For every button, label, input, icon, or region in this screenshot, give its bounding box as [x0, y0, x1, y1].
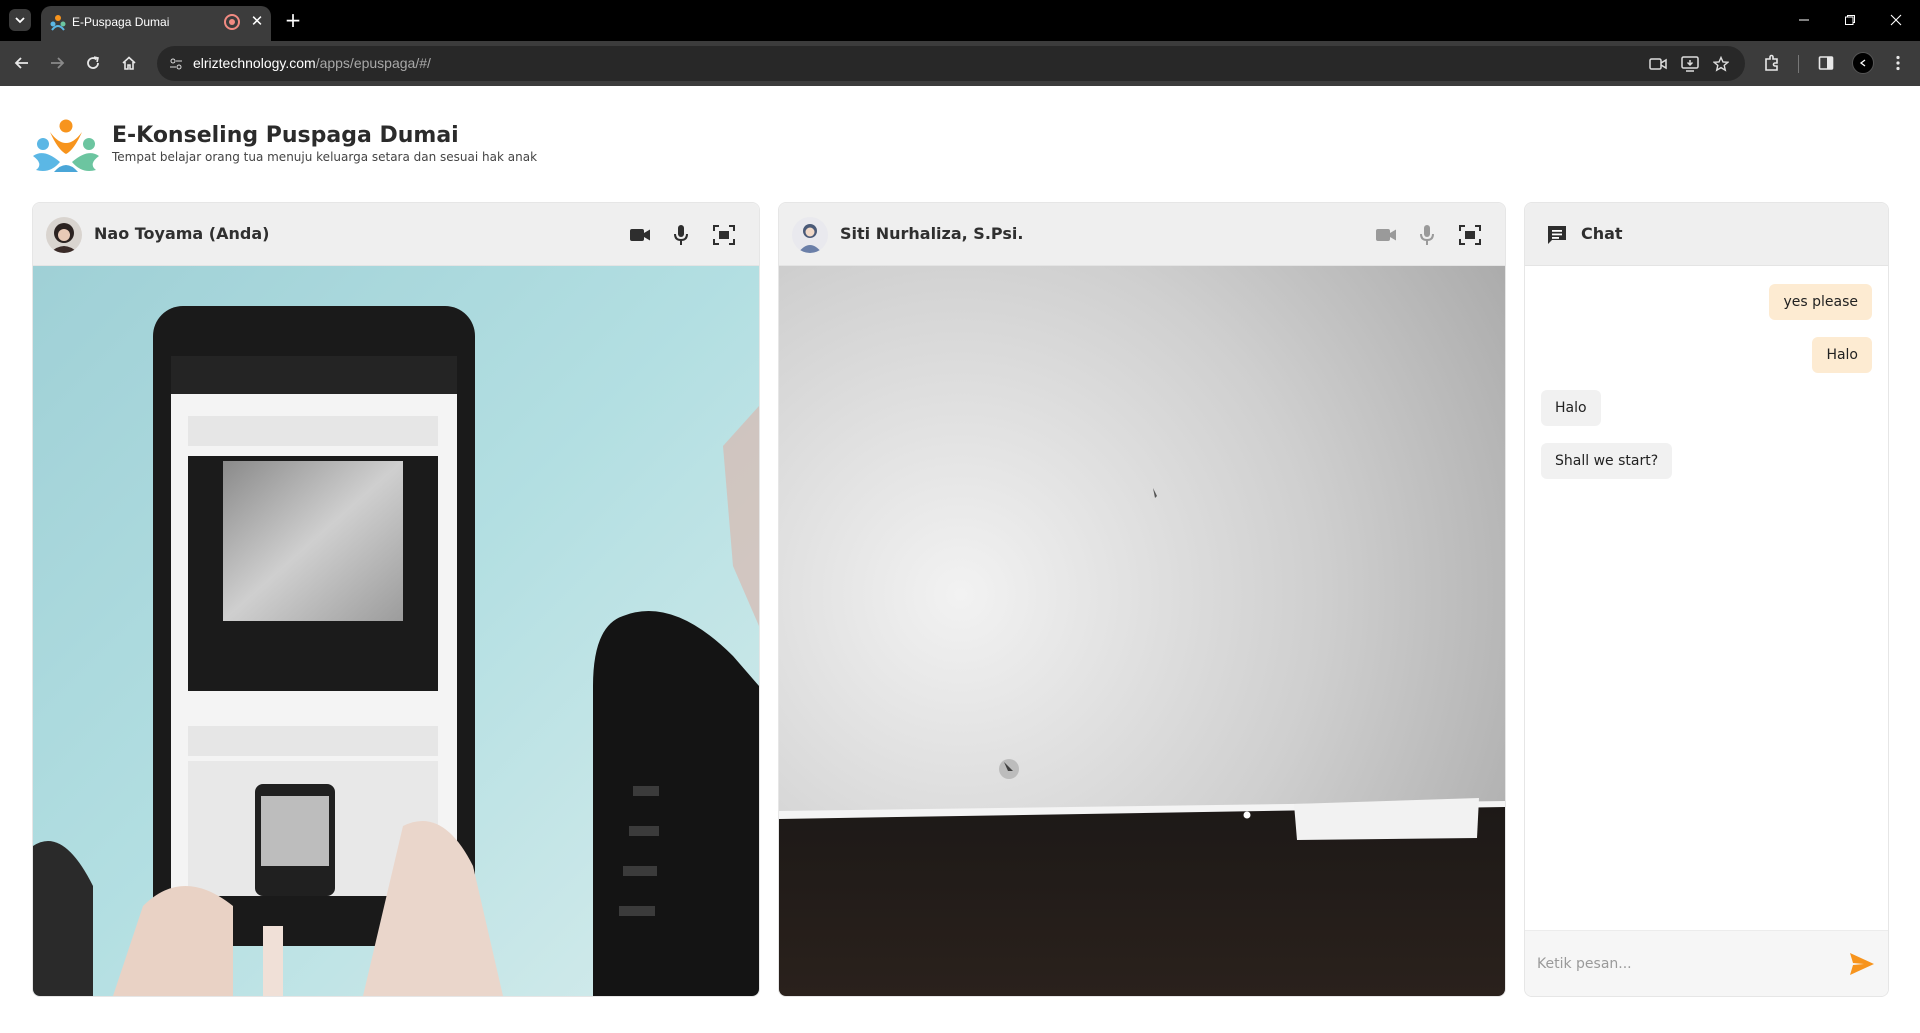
recording-icon — [224, 14, 240, 30]
page-title: E-Konseling Puspaga Dumai — [112, 123, 459, 148]
app-page: E-Konseling Puspaga Dumai Tempat belajar… — [0, 86, 1920, 1033]
video-camera-icon[interactable] — [1373, 222, 1399, 248]
browser-toolbar: elriztechnology.com/apps/epuspaga/#/ — [0, 41, 1920, 86]
puspaga-logo — [33, 119, 99, 172]
profile-icon[interactable] — [1852, 52, 1874, 74]
close-window-icon[interactable] — [1874, 5, 1918, 35]
page-subtitle: Tempat belajar orang tua menuju keluarga… — [112, 150, 538, 164]
chat-header: Chat — [1525, 203, 1888, 266]
tab-search-icon[interactable] — [9, 9, 31, 31]
camera-in-use-icon[interactable] — [1647, 53, 1669, 75]
reload-icon[interactable] — [81, 51, 105, 75]
video-camera-icon[interactable] — [627, 222, 653, 248]
home-icon[interactable] — [117, 51, 141, 75]
send-icon[interactable] — [1848, 951, 1876, 977]
local-user-avatar — [46, 217, 82, 253]
local-user-name: Nao Toyama (Anda) — [94, 224, 270, 243]
toolbar-divider — [1798, 55, 1799, 73]
chat-bubble-icon — [1548, 226, 1566, 244]
local-video-feed — [33, 266, 759, 996]
forward-icon[interactable] — [45, 51, 69, 75]
local-video-header: Nao Toyama (Anda) — [33, 203, 759, 266]
bookmark-star-icon[interactable] — [1710, 53, 1732, 75]
minimize-icon[interactable] — [1782, 5, 1826, 35]
tab-title: E-Puspaga Dumai — [72, 15, 170, 29]
side-panel-icon[interactable] — [1814, 51, 1838, 75]
chat-composer — [1525, 930, 1888, 996]
remote-user-avatar — [792, 217, 828, 253]
chat-title: Chat — [1581, 224, 1623, 243]
browser-tab-strip: E-Puspaga Dumai ✕ + — [0, 0, 1920, 41]
extensions-icon[interactable] — [1760, 51, 1784, 75]
chat-message-input[interactable] — [1537, 945, 1837, 983]
url-path: /apps/epuspaga/#/ — [315, 55, 431, 71]
site-settings-icon[interactable] — [167, 55, 185, 73]
plus-icon[interactable]: + — [282, 7, 304, 33]
restore-icon[interactable] — [1828, 5, 1872, 35]
close-icon[interactable]: ✕ — [248, 10, 266, 32]
menu-icon[interactable] — [1886, 51, 1910, 75]
url-text[interactable]: elriztechnology.com/apps/epuspaga/#/ — [193, 55, 431, 71]
fullscreen-icon[interactable] — [711, 222, 737, 248]
address-bar[interactable]: elriztechnology.com/apps/epuspaga/#/ — [157, 46, 1745, 81]
chat-message-incoming: Shall we start? — [1541, 443, 1673, 479]
microphone-icon[interactable] — [668, 222, 694, 248]
fullscreen-icon[interactable] — [1457, 222, 1483, 248]
chat-message-list: yes please Halo Halo Shall we start? — [1525, 266, 1888, 928]
local-video-panel: Nao Toyama (Anda) — [32, 202, 760, 997]
remote-video-panel: Siti Nurhaliza, S.Psi. — [778, 202, 1506, 997]
url-host: elriztechnology.com — [193, 55, 316, 71]
chat-message-outgoing: yes please — [1769, 284, 1872, 320]
remote-user-name: Siti Nurhaliza, S.Psi. — [840, 224, 1024, 243]
chat-message-incoming: Halo — [1541, 390, 1601, 426]
puspaga-favicon-icon — [50, 15, 66, 31]
chat-message-outgoing: Halo — [1812, 337, 1872, 373]
microphone-icon[interactable] — [1414, 222, 1440, 248]
remote-video-header: Siti Nurhaliza, S.Psi. — [779, 203, 1505, 266]
chat-panel: Chat yes please Halo Halo Shall we start… — [1524, 202, 1889, 997]
browser-tab[interactable]: E-Puspaga Dumai ✕ — [41, 6, 271, 41]
back-icon[interactable] — [10, 51, 34, 75]
install-app-icon[interactable] — [1679, 53, 1701, 75]
remote-video-feed — [779, 266, 1505, 996]
